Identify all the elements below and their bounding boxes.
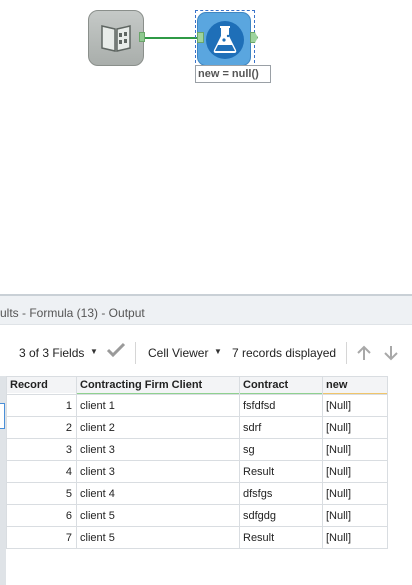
table-row[interactable]: 3 client 3 sg [Null] <box>6 438 388 461</box>
contract-cell[interactable]: sdrf <box>239 416 323 439</box>
toolbar-divider <box>346 342 347 364</box>
formula-tool-input-anchor[interactable] <box>197 32 204 43</box>
column-header-label: Contracting Firm Client <box>80 379 203 391</box>
results-panel-header: ults - Formula (13) - Output <box>0 296 412 325</box>
formula-tool-output-anchor[interactable] <box>250 32 258 43</box>
client-cell[interactable]: client 5 <box>76 504 240 527</box>
tool-connection[interactable] <box>145 37 197 39</box>
table-row[interactable]: 6 client 5 sdfgdg [Null] <box>6 504 388 527</box>
new-cell[interactable]: [Null] <box>322 394 388 417</box>
arrow-up-icon[interactable] <box>355 344 373 365</box>
formula-tool[interactable] <box>197 12 251 66</box>
record-cell[interactable]: 4 <box>6 460 77 483</box>
record-cell[interactable]: 5 <box>6 482 77 505</box>
contract-cell[interactable]: fsfdfsd <box>239 394 323 417</box>
table-row[interactable]: 4 client 3 Result [Null] <box>6 460 388 483</box>
table-row[interactable]: 2 client 2 sdrf [Null] <box>6 416 388 439</box>
table-row[interactable]: 7 client 5 Result [Null] <box>6 526 388 549</box>
contract-cell[interactable]: Result <box>239 460 323 483</box>
column-header-label: new <box>326 379 348 391</box>
tool-annotation: new = null() <box>195 65 271 83</box>
fields-selector-label[interactable]: 3 of 3 Fields <box>19 346 84 360</box>
new-cell[interactable]: [Null] <box>322 526 388 549</box>
client-cell[interactable]: client 4 <box>76 482 240 505</box>
new-cell[interactable]: [Null] <box>322 504 388 527</box>
column-header-new[interactable]: new <box>322 376 388 395</box>
table-row[interactable]: 1 client 1 fsfdfsd [Null] <box>6 394 388 417</box>
column-header-label: Contract <box>243 379 289 391</box>
results-sidebar-selected[interactable] <box>0 403 5 429</box>
contract-cell[interactable]: Result <box>239 526 323 549</box>
arrow-down-icon[interactable] <box>382 344 400 365</box>
new-cell[interactable]: [Null] <box>322 438 388 461</box>
new-cell[interactable]: [Null] <box>322 460 388 483</box>
records-count: 7 records displayed <box>232 346 337 360</box>
results-toolbar: 3 of 3 Fields ▼ Cell Viewer ▼ 7 records … <box>0 326 412 370</box>
record-cell[interactable]: 7 <box>6 526 77 549</box>
client-cell[interactable]: client 3 <box>76 438 240 461</box>
contract-cell[interactable]: sdfgdg <box>239 504 323 527</box>
fields-dropdown-icon[interactable]: ▼ <box>90 347 98 356</box>
column-header-label: Record <box>10 379 48 391</box>
record-cell[interactable]: 2 <box>6 416 77 439</box>
workflow-canvas[interactable]: new = null() <box>0 0 412 294</box>
record-cell[interactable]: 6 <box>6 504 77 527</box>
column-header-contract[interactable]: Contract <box>239 376 323 395</box>
input-tool[interactable] <box>88 10 144 66</box>
record-cell[interactable]: 3 <box>6 438 77 461</box>
table-row[interactable]: 5 client 4 dfsfgs [Null] <box>6 482 388 505</box>
results-grid: Record Contracting Firm Client Contract … <box>6 376 388 549</box>
checkmark-icon[interactable] <box>106 342 126 361</box>
column-header-record[interactable]: Record <box>6 376 77 395</box>
toolbar-divider <box>135 342 136 364</box>
cell-viewer-button[interactable]: Cell Viewer <box>148 346 208 360</box>
new-cell[interactable]: [Null] <box>322 416 388 439</box>
new-cell[interactable]: [Null] <box>322 482 388 505</box>
client-cell[interactable]: client 3 <box>76 460 240 483</box>
cell-viewer-dropdown-icon[interactable]: ▼ <box>214 347 222 356</box>
client-cell[interactable]: client 1 <box>76 394 240 417</box>
column-header-client[interactable]: Contracting Firm Client <box>76 376 240 395</box>
client-cell[interactable]: client 5 <box>76 526 240 549</box>
record-cell[interactable]: 1 <box>6 394 77 417</box>
contract-cell[interactable]: sg <box>239 438 323 461</box>
client-cell[interactable]: client 2 <box>76 416 240 439</box>
contract-cell[interactable]: dfsfgs <box>239 482 323 505</box>
results-grid-body: 1 client 1 fsfdfsd [Null] 2 client 2 sdrf [Null… <box>6 394 388 549</box>
